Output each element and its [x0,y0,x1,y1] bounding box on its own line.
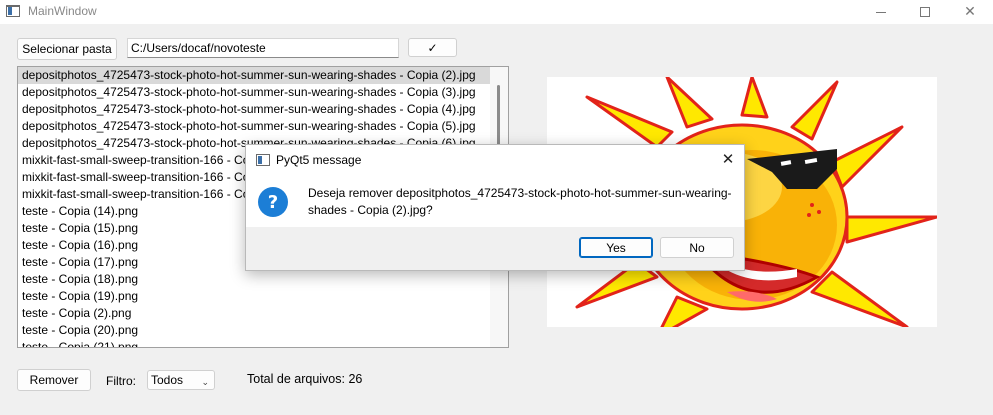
list-item[interactable]: teste - Copia (20).png [18,322,508,339]
list-item[interactable]: teste - Copia (19).png [18,288,508,305]
dialog-button-row: Yes No [246,227,744,270]
minimize-button[interactable] [858,0,904,24]
chevron-down-icon: ⌄ [201,378,209,388]
close-icon: ✕ [721,150,735,168]
list-item[interactable]: teste - Copia (21).png [18,339,508,347]
list-item[interactable]: depositphotos_4725473-stock-photo-hot-su… [18,118,508,135]
select-folder-button[interactable]: Selecionar pasta [17,38,117,60]
folder-path-input[interactable]: C:/Users/docaf/novoteste [127,38,399,58]
close-icon: ✕ [964,4,976,20]
yes-button[interactable]: Yes [579,237,653,258]
list-item[interactable]: depositphotos_4725473-stock-photo-hot-su… [18,84,508,101]
dialog-message: Deseja remover depositphotos_4725473-sto… [308,186,732,217]
maximize-button[interactable] [902,0,948,24]
dialog-title: PyQt5 message [276,153,362,167]
confirm-path-button[interactable]: ✓ [408,38,457,57]
remove-button[interactable]: Remover [17,369,91,391]
dialog-title-bar: PyQt5 message ✕ [246,145,744,173]
window-title: MainWindow [28,4,97,18]
total-files-label: Total de arquivos: 26 [247,372,363,386]
dialog-window-icon [256,154,270,166]
question-icon: ? [258,187,288,217]
list-item[interactable]: depositphotos_4725473-stock-photo-hot-su… [18,67,508,84]
app-window-icon [6,5,20,17]
title-bar: MainWindow ✕ [0,0,993,24]
no-button[interactable]: No [660,237,734,258]
close-window-button[interactable]: ✕ [947,0,993,24]
filter-select-value: Todos [151,373,184,387]
maximize-icon [920,7,930,17]
minimize-icon [876,11,886,13]
list-item[interactable]: depositphotos_4725473-stock-photo-hot-su… [18,101,508,118]
filter-label: Filtro: [106,374,136,388]
list-item[interactable]: teste - Copia (2).png [18,305,508,322]
remove-confirmation-dialog: PyQt5 message ✕ ? Deseja remover deposit… [245,144,745,271]
dialog-close-button[interactable]: ✕ [716,148,740,170]
list-item[interactable]: teste - Copia (18).png [18,271,508,288]
dialog-body: ? Deseja remover depositphotos_4725473-s… [246,173,744,227]
filter-select[interactable]: Todos ⌄ [147,370,215,390]
